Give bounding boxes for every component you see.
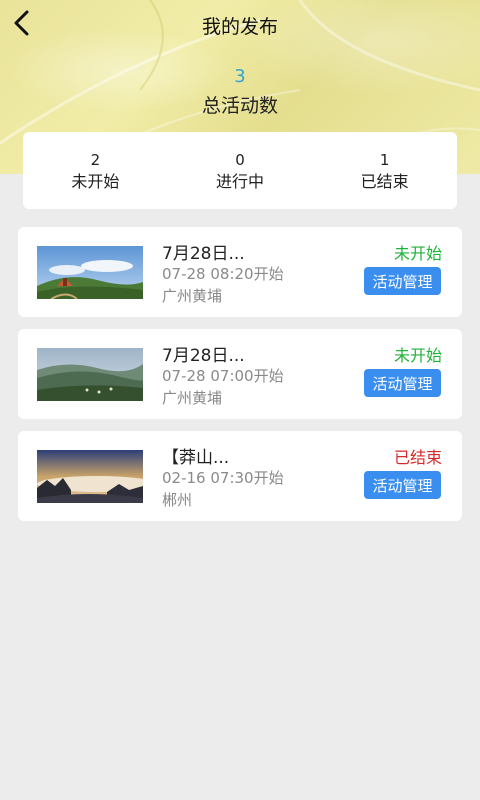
top-bar: 我的发布: [0, 0, 480, 50]
stat-in-progress[interactable]: 0 进行中: [168, 132, 313, 209]
status-badge: 未开始: [393, 346, 442, 365]
activity-time: 02-16 07:30开始: [162, 469, 284, 487]
activity-time: 07-28 07:00开始: [162, 367, 284, 385]
status-summary-card: 2 未开始 0 进行中 1 已结束: [23, 132, 457, 209]
status-badge: 未开始: [393, 244, 442, 263]
page-title: 我的发布: [201, 16, 278, 38]
stat-label: 未开始: [71, 172, 120, 191]
stat-not-started[interactable]: 2 未开始: [23, 132, 168, 209]
activity-thumbnail: [37, 348, 143, 401]
stat-ended[interactable]: 1 已结束: [312, 132, 457, 209]
activity-thumbnail: [37, 450, 143, 503]
activity-location: 郴州: [162, 491, 193, 509]
total-count-label: 总活动数: [201, 95, 278, 117]
stat-count: 1: [379, 151, 390, 169]
manage-activity-button[interactable]: 活动管理: [364, 471, 441, 499]
stat-label: 进行中: [216, 172, 265, 191]
stat-count: 2: [90, 151, 101, 169]
activity-title: 7月28日...: [162, 346, 245, 366]
activity-card[interactable]: 7月28日... 07-28 07:00开始 广州黄埔 未开始 活动管理: [18, 329, 462, 419]
status-badge: 已结束: [393, 448, 442, 467]
activity-thumbnail: [37, 246, 143, 299]
activity-location: 广州黄埔: [162, 287, 223, 305]
activity-card[interactable]: 7月28日... 07-28 08:20开始 广州黄埔 未开始 活动管理: [18, 227, 462, 317]
activity-location: 广州黄埔: [162, 389, 223, 407]
manage-activity-button[interactable]: 活动管理: [364, 369, 441, 397]
total-count: 3: [234, 66, 246, 87]
activity-card[interactable]: 【莽山... 02-16 07:30开始 郴州 已结束 活动管理: [18, 431, 462, 521]
activity-list: 7月28日... 07-28 08:20开始 广州黄埔 未开始 活动管理 7月2…: [18, 227, 462, 533]
activity-title: 【莽山...: [162, 448, 230, 468]
activity-title: 7月28日...: [162, 244, 245, 264]
manage-activity-button[interactable]: 活动管理: [364, 267, 441, 295]
stat-count: 0: [235, 151, 245, 169]
stat-label: 已结束: [360, 172, 409, 191]
activity-time: 07-28 08:20开始: [162, 265, 284, 283]
